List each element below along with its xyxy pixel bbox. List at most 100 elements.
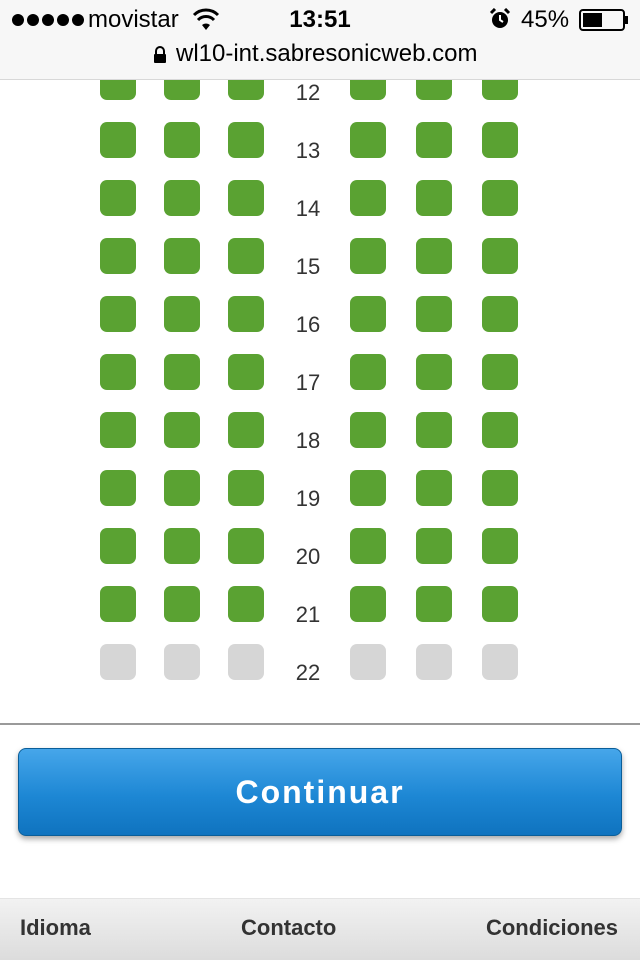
seat-available[interactable] (482, 180, 518, 216)
seat-unavailable (164, 644, 200, 680)
row-number: 21 (295, 602, 321, 627)
seat-row: 22 (0, 644, 640, 685)
seat-available[interactable] (416, 238, 452, 274)
seat-available[interactable] (350, 296, 386, 332)
seat-available[interactable] (228, 412, 264, 448)
seat-available[interactable] (100, 296, 136, 332)
seat-available[interactable] (350, 180, 386, 216)
seat-available[interactable] (482, 586, 518, 622)
footer-link-idioma[interactable]: Idioma (20, 915, 91, 941)
seat-available[interactable] (164, 122, 200, 158)
seat-available[interactable] (164, 354, 200, 390)
row-number: 20 (295, 544, 321, 569)
divider (0, 723, 640, 725)
seat-available[interactable] (100, 412, 136, 448)
seat-available[interactable] (482, 80, 518, 100)
row-number: 22 (295, 660, 321, 685)
seat-available[interactable] (228, 586, 264, 622)
seat-available[interactable] (228, 470, 264, 506)
seat-available[interactable] (482, 412, 518, 448)
seat-unavailable (350, 644, 386, 680)
battery-percentage: 45% (521, 6, 570, 33)
seat-row: 15 (0, 238, 640, 279)
seat-available[interactable] (164, 296, 200, 332)
row-number: 16 (295, 312, 321, 337)
seat-available[interactable] (228, 238, 264, 274)
continue-button[interactable]: Continuar (18, 748, 622, 836)
seat-available[interactable] (482, 528, 518, 564)
seat-row: 13 (0, 122, 640, 163)
seat-available[interactable] (482, 238, 518, 274)
seat-map: 12 13 14 15 16 17 18 19 20 21 22 (0, 80, 640, 724)
seat-available[interactable] (164, 180, 200, 216)
seat-available[interactable] (164, 528, 200, 564)
seat-available[interactable] (100, 122, 136, 158)
seat-available[interactable] (350, 412, 386, 448)
seat-available[interactable] (416, 122, 452, 158)
url-bar[interactable]: wl10-int.sabresonicweb.com (0, 40, 640, 80)
row-number: 14 (295, 196, 321, 221)
seat-available[interactable] (350, 586, 386, 622)
seat-available[interactable] (100, 238, 136, 274)
seat-unavailable (482, 644, 518, 680)
seat-available[interactable] (100, 80, 136, 100)
seat-available[interactable] (350, 354, 386, 390)
row-number: 17 (295, 370, 321, 395)
seat-row: 18 (0, 412, 640, 453)
seat-available[interactable] (164, 586, 200, 622)
seat-available[interactable] (164, 412, 200, 448)
lock-icon (154, 46, 166, 63)
row-number: 19 (295, 486, 321, 511)
seat-row: 21 (0, 586, 640, 627)
seat-available[interactable] (350, 470, 386, 506)
seat-available[interactable] (350, 528, 386, 564)
seat-available[interactable] (482, 354, 518, 390)
seat-available[interactable] (350, 80, 386, 100)
seat-available[interactable] (228, 122, 264, 158)
seat-available[interactable] (100, 470, 136, 506)
seat-available[interactable] (416, 80, 452, 100)
seat-available[interactable] (100, 586, 136, 622)
seat-available[interactable] (164, 238, 200, 274)
seat-available[interactable] (482, 122, 518, 158)
status-bar: movistar 13:51 45% (0, 0, 640, 40)
seat-available[interactable] (416, 180, 452, 216)
seat-available[interactable] (350, 238, 386, 274)
seat-available[interactable] (228, 296, 264, 332)
seat-available[interactable] (164, 470, 200, 506)
seat-available[interactable] (482, 470, 518, 506)
footer: Idioma Contacto Condiciones (0, 898, 640, 960)
seat-unavailable (228, 644, 264, 680)
seat-available[interactable] (416, 354, 452, 390)
row-number: 15 (295, 254, 321, 279)
seat-available[interactable] (482, 296, 518, 332)
row-number: 18 (295, 428, 321, 453)
footer-link-condiciones[interactable]: Condiciones (486, 915, 618, 941)
seat-available[interactable] (100, 354, 136, 390)
seat-unavailable (416, 644, 452, 680)
seat-available[interactable] (416, 528, 452, 564)
seat-unavailable (100, 644, 136, 680)
seat-available[interactable] (416, 586, 452, 622)
seat-row: 20 (0, 528, 640, 569)
seat-row: 17 (0, 354, 640, 395)
seat-row: 19 (0, 470, 640, 511)
seat-row: 16 (0, 296, 640, 337)
row-number: 12 (295, 80, 321, 105)
url-text[interactable]: wl10-int.sabresonicweb.com (176, 40, 477, 68)
seat-available[interactable] (416, 470, 452, 506)
footer-link-contacto[interactable]: Contacto (241, 915, 336, 941)
battery-icon (579, 9, 628, 31)
seat-row: 14 (0, 180, 640, 221)
seat-available[interactable] (164, 80, 200, 100)
seat-available[interactable] (416, 296, 452, 332)
seat-available[interactable] (228, 354, 264, 390)
seat-available[interactable] (350, 122, 386, 158)
seat-available[interactable] (228, 528, 264, 564)
seat-available[interactable] (100, 180, 136, 216)
seat-available[interactable] (228, 80, 264, 100)
row-number: 13 (295, 138, 321, 163)
seat-available[interactable] (416, 412, 452, 448)
seat-available[interactable] (228, 180, 264, 216)
seat-available[interactable] (100, 528, 136, 564)
